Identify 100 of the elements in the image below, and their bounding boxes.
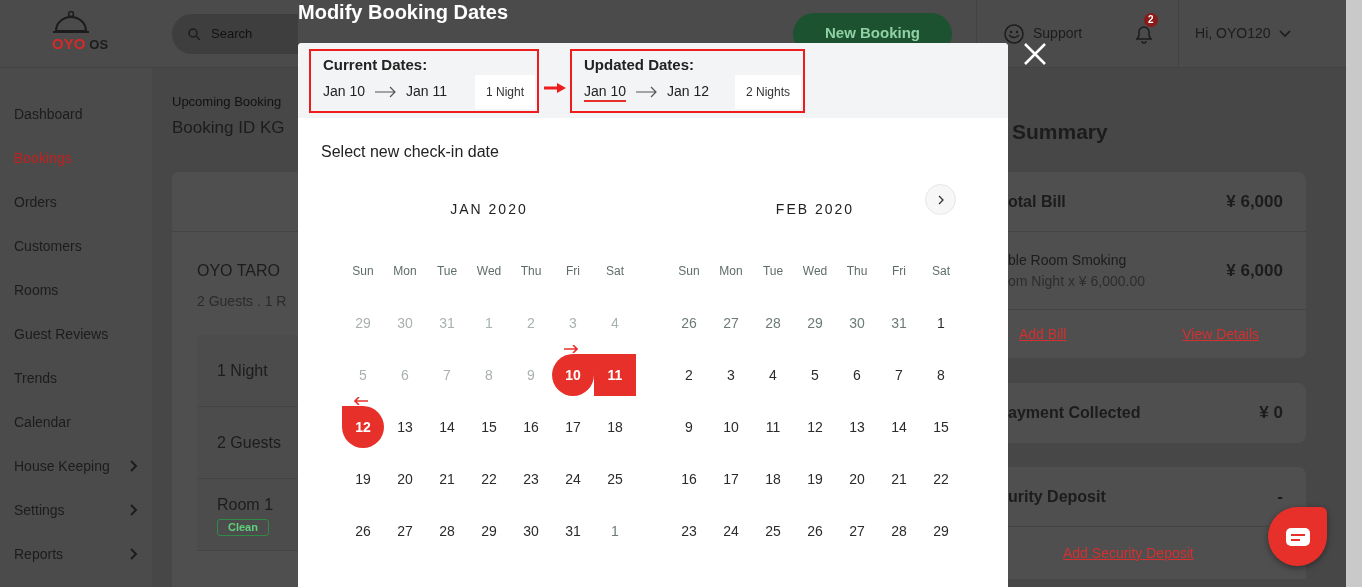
calendar-day[interactable]: 12	[794, 406, 836, 448]
calendar-day[interactable]: 22	[920, 458, 962, 500]
chat-icon	[1285, 527, 1310, 546]
check-out-date[interactable]: Jan 12	[667, 81, 710, 102]
calendar-day[interactable]: 17	[552, 406, 594, 448]
chevron-down-icon[interactable]	[1278, 29, 1291, 38]
calendar-day[interactable]: 6	[836, 354, 878, 396]
arrow-right-icon	[564, 345, 578, 353]
check-out-date[interactable]: Jan 11	[406, 81, 448, 102]
calendar-day[interactable]: 14	[878, 406, 920, 448]
deposit-amount: -	[1277, 485, 1283, 508]
calendar-day[interactable]: 20	[836, 458, 878, 500]
weekday-label: Sat	[605, 263, 625, 280]
calendar-day[interactable]: 9	[668, 406, 710, 448]
calendar-day[interactable]: 22	[468, 458, 510, 500]
calendar-day[interactable]: 27	[384, 510, 426, 552]
nights-chip: 1 Night	[474, 74, 535, 109]
logo-text: OYO	[52, 34, 86, 55]
status-tag: Clean	[217, 519, 269, 536]
calendar-day[interactable]: 10	[552, 354, 594, 396]
chevron-right-icon	[129, 548, 138, 560]
weekday-label: Wed	[475, 263, 503, 280]
notification-count: 2	[1144, 12, 1158, 27]
calendar-day[interactable]: 24	[710, 510, 752, 552]
chevron-right-icon	[129, 504, 138, 516]
calendar-day[interactable]: 21	[878, 458, 920, 500]
month-title: FEB 2020	[774, 200, 856, 219]
weekday-label: Tue	[435, 263, 459, 280]
nights-chip: 2 Nights	[734, 74, 801, 109]
arrow-left-icon	[354, 397, 368, 405]
calendar-day[interactable]: 26	[794, 510, 836, 552]
calendar-day[interactable]: 19	[342, 458, 384, 500]
calendar-day[interactable]: 30	[836, 302, 878, 344]
calendar-day[interactable]: 11	[752, 406, 794, 448]
weekday-label: Sat	[931, 263, 951, 280]
scrollbar[interactable]	[1346, 0, 1362, 587]
calendar-day[interactable]: 30	[510, 510, 552, 552]
calendar-day[interactable]: 1	[920, 302, 962, 344]
calendar-day[interactable]: 14	[426, 406, 468, 448]
calendar-day[interactable]: 25	[594, 458, 636, 500]
calendar-day[interactable]: 27	[836, 510, 878, 552]
calendar-day[interactable]: 7	[878, 354, 920, 396]
calendar-day[interactable]: 16	[510, 406, 552, 448]
calendar-prompt: Select new check-in date	[321, 142, 500, 162]
weekday-label: Thu	[845, 263, 869, 280]
month-title: JAN 2020	[449, 200, 529, 219]
calendar-day[interactable]: 26	[668, 302, 710, 344]
calendar-day[interactable]: 26	[342, 510, 384, 552]
check-in-date[interactable]: Jan 10	[323, 81, 366, 102]
search-icon	[188, 27, 201, 41]
arrow-right-icon	[375, 85, 397, 98]
close-icon[interactable]	[1023, 42, 1047, 66]
calendar-day[interactable]: 1	[594, 510, 636, 552]
calendar-day[interactable]: 18	[594, 406, 636, 448]
check-in-date[interactable]: Jan 10	[584, 81, 627, 102]
weekday-label: Sun	[351, 263, 375, 280]
dates-label: Current Dates:	[323, 54, 429, 75]
bell-icon[interactable]	[1134, 24, 1155, 45]
calendar-day[interactable]: 25	[752, 510, 794, 552]
weekday-label: Wed	[801, 263, 829, 280]
calendar-day[interactable]: 29	[794, 302, 836, 344]
calendar-day[interactable]: 27	[710, 302, 752, 344]
weekday-label: Sun	[677, 263, 701, 280]
calendar-day[interactable]: 8	[920, 354, 962, 396]
modal-title: Modify Booking Dates	[298, 0, 508, 25]
calendar-day[interactable]: 21	[426, 458, 468, 500]
calendar-day[interactable]: 29	[468, 510, 510, 552]
calendar-day[interactable]: 13	[836, 406, 878, 448]
calendar-day[interactable]: 28	[426, 510, 468, 552]
calendar-day[interactable]: 23	[668, 510, 710, 552]
calendar-day[interactable]: 13	[384, 406, 426, 448]
weekday-label: Tue	[761, 263, 785, 280]
calendar-day[interactable]: 4	[752, 354, 794, 396]
weekday-label: Fri	[891, 263, 907, 280]
calendar-day[interactable]: 10	[710, 406, 752, 448]
calendar-day[interactable]: 15	[468, 406, 510, 448]
calendar-day[interactable]: 20	[384, 458, 426, 500]
smiley-icon	[1003, 22, 1025, 45]
calendar-day[interactable]: 31	[878, 302, 920, 344]
calendar-day[interactable]: 24	[552, 458, 594, 500]
calendar-day[interactable]: 28	[878, 510, 920, 552]
dates-label: Updated Dates:	[584, 54, 696, 75]
calendar-day[interactable]: 23	[510, 458, 552, 500]
calendar-day[interactable]: 17	[710, 458, 752, 500]
calendar-day[interactable]: 5	[794, 354, 836, 396]
calendar-day[interactable]: 19	[794, 458, 836, 500]
calendar-day[interactable]: 18	[752, 458, 794, 500]
weekday-label: Mon	[718, 263, 744, 280]
calendar-day[interactable]: 12	[342, 406, 384, 448]
calendar-day[interactable]: 31	[552, 510, 594, 552]
arrow-right-icon	[636, 85, 658, 98]
calendar-day[interactable]: 28	[752, 302, 794, 344]
calendar-day[interactable]: 2	[668, 354, 710, 396]
weekday-label: Fri	[565, 263, 581, 280]
calendar-day[interactable]: 15	[920, 406, 962, 448]
calendar-day[interactable]: 11	[594, 354, 636, 396]
calendar-day[interactable]: 16	[668, 458, 710, 500]
calendar-day[interactable]: 29	[920, 510, 962, 552]
calendar-day[interactable]: 3	[710, 354, 752, 396]
next-month-button[interactable]	[925, 184, 956, 215]
